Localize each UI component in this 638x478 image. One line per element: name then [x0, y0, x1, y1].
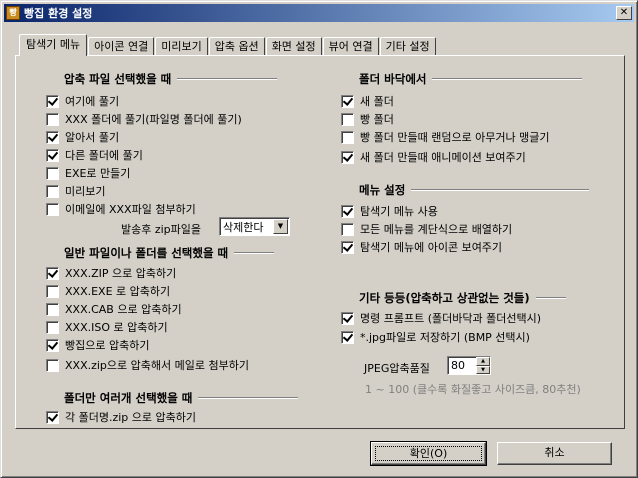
checkbox-cab[interactable]: XXX.CAB 으로 압축하기 — [46, 301, 182, 317]
app-icon: 빵 — [6, 6, 20, 20]
checkbox[interactable] — [46, 166, 59, 180]
checkbox[interactable] — [46, 284, 59, 298]
checkbox[interactable] — [46, 112, 59, 126]
ok-button[interactable]: 확인(O) — [370, 441, 487, 466]
jpeg-quality-hint: 1 ~ 100 (클수록 화질좋고 사이즈큼, 80추천) — [365, 383, 581, 396]
checkbox-new-folder[interactable]: 새 폴더 — [341, 93, 394, 109]
tab-compression-options[interactable]: 압축 옵션 — [208, 37, 265, 56]
checkbox[interactable] — [46, 338, 59, 352]
close-button[interactable]: ✕ — [616, 6, 632, 20]
tab-viewer-association[interactable]: 뷰어 연결 — [322, 37, 379, 56]
spin-up-icon[interactable]: ▲ — [476, 357, 490, 366]
checkbox-make-exe[interactable]: EXE로 만들기 — [46, 165, 130, 181]
checkbox[interactable] — [46, 320, 59, 334]
after-send-select[interactable]: 삭제한다 ▼ — [219, 217, 290, 236]
general-section-title: 일반 파일이나 폴더를 선택했을 때 — [64, 245, 275, 261]
checkbox-extract-here[interactable]: 여기에 풀기 — [46, 93, 119, 109]
checkbox-email-attach[interactable]: 이메일에 XXX파일 첨부하기 — [46, 201, 196, 217]
title-bar[interactable]: 빵 빵집 환경 설정 ✕ — [4, 4, 634, 22]
checkbox[interactable] — [46, 130, 59, 144]
checkbox-cascade-menu[interactable]: 모든 메뉴를 계단식으로 배열하기 — [341, 221, 512, 237]
checkbox-exe[interactable]: XXX.EXE 로 압축하기 — [46, 283, 170, 299]
checkbox[interactable] — [341, 330, 354, 344]
folder-bg-section-title: 폴더 바닥에서 — [359, 71, 583, 87]
checkbox[interactable] — [46, 266, 59, 280]
checkbox-preview[interactable]: 미리보기 — [46, 183, 105, 199]
checkbox[interactable] — [46, 358, 59, 372]
checkbox[interactable] — [46, 410, 59, 424]
checkbox-bbang-folder[interactable]: 빵 폴더 — [341, 111, 394, 127]
tab-icon-association[interactable]: 아이콘 연결 — [88, 37, 155, 56]
chevron-down-icon[interactable]: ▼ — [273, 219, 288, 234]
checkbox-extract-other-folder[interactable]: 다른 폴더에 풀기 — [46, 147, 143, 163]
tab-preview[interactable]: 미리보기 — [155, 37, 208, 56]
checkbox-command-prompt[interactable]: 명령 프롬프트 (폴더바닥과 폴더선택시) — [341, 310, 541, 326]
checkbox-zip-email[interactable]: XXX.zip으로 압축해서 메일로 첨부하기 — [46, 357, 249, 373]
jpeg-quality-label: JPEG압축품질 — [364, 362, 430, 375]
checkbox[interactable] — [341, 311, 354, 325]
checkbox-save-jpg[interactable]: *.jpg파일로 저장하기 (BMP 선택시) — [341, 329, 530, 345]
checkbox-extract-to-folder[interactable]: XXX 폴더에 풀기(파일명 폴더에 풀기) — [46, 111, 242, 127]
checkbox[interactable] — [341, 240, 354, 254]
checkbox[interactable] — [341, 150, 354, 164]
checkbox[interactable] — [46, 184, 59, 198]
checkbox[interactable] — [46, 202, 59, 216]
checkbox-iso[interactable]: XXX.ISO 로 압축하기 — [46, 319, 168, 335]
spin-down-icon[interactable]: ▼ — [476, 365, 490, 374]
menu-section-title: 메뉴 설정 — [359, 182, 590, 198]
tab-other-settings[interactable]: 기타 설정 — [379, 37, 436, 56]
cancel-button[interactable]: 취소 — [497, 442, 612, 465]
settings-window: 빵 빵집 환경 설정 ✕ 탐색기 메뉴 아이콘 연결 미리보기 압축 옵션 화면… — [0, 0, 638, 478]
misc-section-title: 기타 등등(압축하고 상관없는 것들) — [359, 290, 566, 306]
checkbox[interactable] — [341, 112, 354, 126]
checkbox[interactable] — [46, 94, 59, 108]
after-send-label: 발송후 zip파일을 — [121, 223, 202, 236]
checkbox-each-folder-zip[interactable]: 각 폴더명.zip 으로 압축하기 — [46, 409, 196, 425]
spin-buttons[interactable]: ▲ ▼ — [476, 357, 490, 374]
tab-display-settings[interactable]: 화면 설정 — [265, 37, 322, 56]
checkbox-smart-extract[interactable]: 알아서 풀기 — [46, 129, 119, 145]
window-title: 빵집 환경 설정 — [24, 7, 93, 20]
multi-folder-section-title: 폴더만 여러개 선택했을 때 — [64, 390, 299, 406]
checkbox[interactable] — [341, 130, 354, 144]
checkbox-folder-animation[interactable]: 새 폴더 만들때 애니메이션 보여주기 — [341, 149, 526, 165]
checkbox[interactable] — [46, 148, 59, 162]
jpeg-quality-input[interactable]: 80 ▲ ▼ — [447, 356, 491, 375]
checkbox[interactable] — [341, 222, 354, 236]
checkbox-random-folder[interactable]: 빵 폴더 만들때 랜덤으로 아무거나 맹글기 — [341, 129, 550, 145]
tab-explorer-menu[interactable]: 탐색기 메뉴 — [19, 34, 88, 56]
checkbox-use-explorer-menu[interactable]: 탐색기 메뉴 사용 — [341, 203, 438, 219]
archive-section-title: 압축 파일 선택했을 때 — [64, 71, 278, 87]
checkbox[interactable] — [341, 204, 354, 218]
checkbox-menu-icons[interactable]: 탐색기 메뉴에 아이콘 보여주기 — [341, 239, 502, 255]
checkbox-zip[interactable]: XXX.ZIP 으로 압축하기 — [46, 265, 176, 281]
checkbox-bbangzip[interactable]: 빵집으로 압축하기 — [46, 337, 149, 353]
checkbox[interactable] — [46, 302, 59, 316]
checkbox[interactable] — [341, 94, 354, 108]
tab-strip: 탐색기 메뉴 아이콘 연결 미리보기 압축 옵션 화면 설정 뷰어 연결 기타 … — [19, 34, 437, 56]
